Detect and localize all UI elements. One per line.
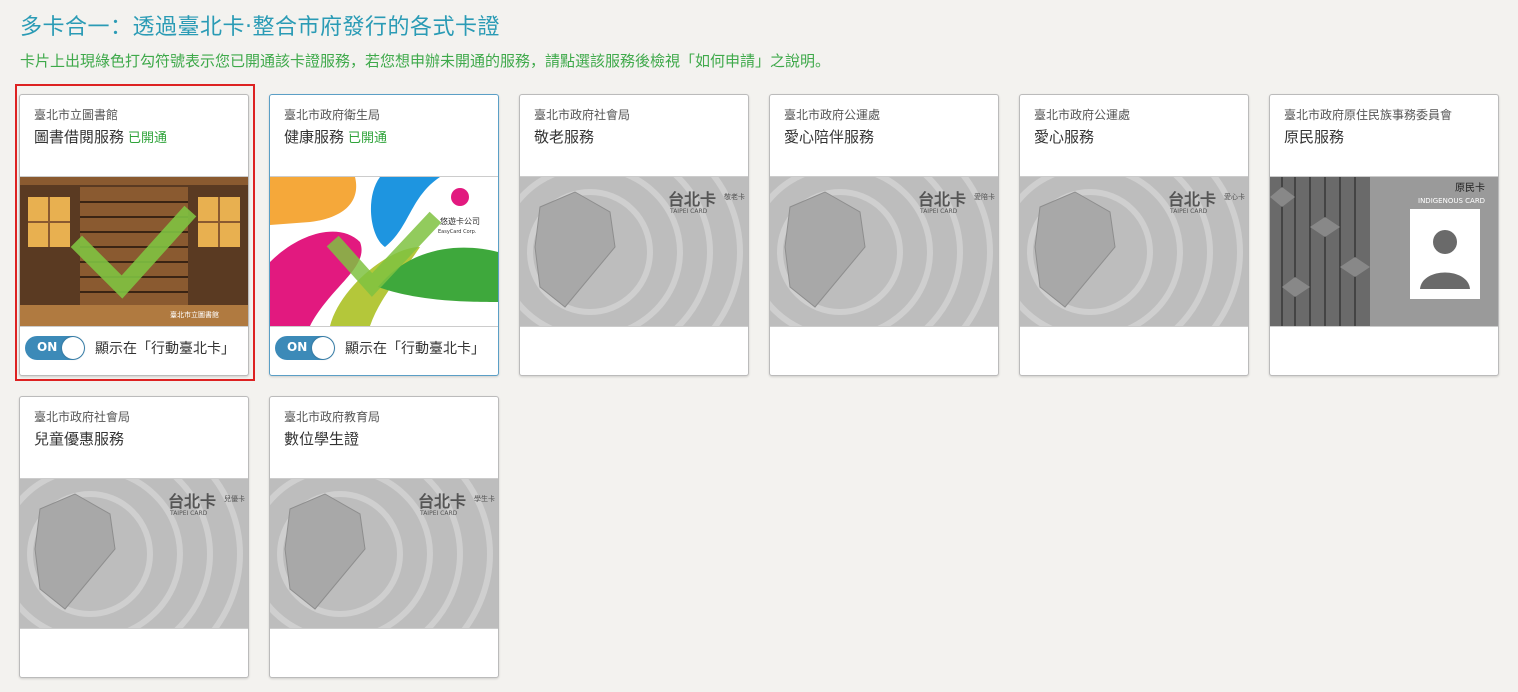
card-type-text: 兒優卡 (224, 494, 245, 503)
service-card-love-companion[interactable]: 臺北市政府公運處 愛心陪伴服務 台北卡 TAIPEI CARD 愛陪卡 (769, 94, 999, 376)
page-title: 多卡合一：透過臺北卡‧整合市府發行的各式卡證 (20, 15, 500, 40)
card-agency: 臺北市政府公運處 (784, 108, 881, 122)
easycard-image[interactable]: 悠遊卡公司 EasyCard Corp. (270, 176, 498, 327)
card-agency: 臺北市政府公運處 (1034, 108, 1131, 122)
service-card-love[interactable]: 臺北市政府公運處 愛心服務 台北卡 TAIPEI CARD 愛心卡 (1019, 94, 1249, 376)
indigenous-card-en: INDIGENOUS CARD (1418, 197, 1485, 205)
card-service-name: 兒童優惠服務 (34, 430, 125, 448)
service-card-student[interactable]: 臺北市政府教育局 數位學生證 台北卡 TAIPEI CARD 學生卡 (269, 396, 499, 678)
card-service-name: 數位學生證 (284, 430, 360, 448)
selected-card-highlight (15, 84, 255, 381)
card-service-name: 愛心服務 (1034, 128, 1095, 146)
card-type-text: 學生卡 (474, 494, 495, 503)
card-agency: 臺北市政府衛生局 (284, 108, 381, 122)
card-agency: 臺北市政府社會局 (534, 108, 631, 122)
taipei-card-en: TAIPEI CARD (419, 510, 458, 517)
taipei-card-logo: 台北卡 (668, 190, 716, 209)
card-service-name: 健康服務 已開通 (284, 128, 388, 146)
card-agency: 臺北市政府教育局 (284, 410, 381, 424)
service-card-indigenous[interactable]: 臺北市政府原住民族事務委員會 原民服務 原民卡 INDIGENOUS CARD (1269, 94, 1499, 376)
easycard-text: 悠遊卡公司 (440, 216, 480, 226)
service-card-senior[interactable]: 臺北市政府社會局 敬老服務 台北卡 TAIPEI CARD 敬老卡 (519, 94, 749, 376)
taipei-card-logo: 台北卡 (918, 190, 966, 209)
card-type-text: 愛心卡 (1224, 192, 1245, 201)
taipei-card-logo: 台北卡 (1168, 190, 1216, 209)
taipei-card-logo: 台北卡 (168, 492, 216, 511)
card-agency: 臺北市政府原住民族事務委員會 (1284, 108, 1453, 122)
display-toggle[interactable]: ON (275, 336, 335, 360)
display-toggle-row: ON 顯示在「行動臺北卡」 (275, 335, 485, 361)
taipei-card-en: TAIPEI CARD (919, 208, 958, 215)
taipei-card-en: TAIPEI CARD (169, 510, 208, 517)
taipei-card-logo: 台北卡 (418, 492, 466, 511)
taipei-card-image[interactable]: 台北卡 TAIPEI CARD 敬老卡 (520, 176, 748, 327)
taipei-card-image[interactable]: 台北卡 TAIPEI CARD 愛心卡 (1020, 176, 1248, 327)
page-subtitle: 卡片上出現綠色打勾符號表示您已開通該卡證服務，若您想申辦未開通的服務，請點選該服… (20, 52, 831, 70)
opened-badge: 已開通 (348, 131, 388, 146)
card-service-name: 敬老服務 (534, 128, 595, 146)
card-service-name: 原民服務 (1284, 128, 1345, 146)
service-card-child[interactable]: 臺北市政府社會局 兒童優惠服務 台北卡 TAIPEI CARD 兒優卡 (19, 396, 249, 678)
taipei-card-en: TAIPEI CARD (1169, 208, 1208, 215)
taipei-card-image[interactable]: 台北卡 TAIPEI CARD 愛陪卡 (770, 176, 998, 327)
indigenous-card-title: 原民卡 (1455, 181, 1485, 194)
card-type-text: 愛陪卡 (974, 192, 995, 201)
card-type-text: 敬老卡 (724, 192, 745, 201)
taipei-card-image[interactable]: 台北卡 TAIPEI CARD 學生卡 (270, 478, 498, 629)
card-service-name: 愛心陪伴服務 (784, 128, 875, 146)
service-card-health[interactable]: 臺北市政府衛生局 健康服務 已開通 悠遊卡公司 EasyCard Corp. ON… (269, 94, 499, 376)
taipei-card-en: TAIPEI CARD (669, 208, 708, 215)
taipei-card-image[interactable]: 台北卡 TAIPEI CARD 兒優卡 (20, 478, 248, 629)
easycard-en-text: EasyCard Corp. (438, 229, 477, 235)
toggle-label: 顯示在「行動臺北卡」 (345, 341, 485, 357)
card-agency: 臺北市政府社會局 (34, 410, 131, 424)
indigenous-card-image[interactable]: 原民卡 INDIGENOUS CARD (1270, 176, 1498, 327)
person-icon (1433, 230, 1457, 254)
